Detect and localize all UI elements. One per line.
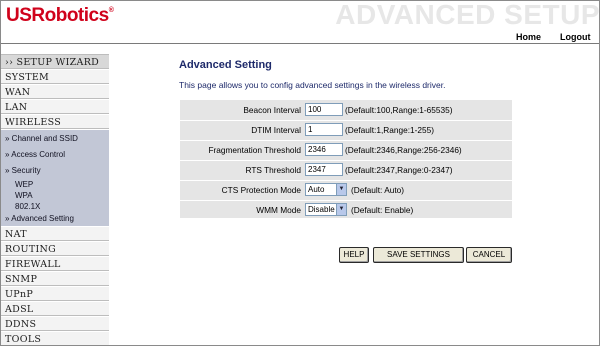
sidebar-item-wan[interactable]: WAN bbox=[1, 85, 109, 99]
wireless-submenu: » Channel and SSID » Access Control » Se… bbox=[1, 130, 109, 226]
page-description: This page allows you to config advanced … bbox=[179, 80, 446, 90]
top-nav: Home Logout bbox=[1, 31, 599, 44]
usrobotics-logo: USRobotics® bbox=[6, 5, 114, 27]
sidebar-item-system[interactable]: SYSTEM bbox=[1, 70, 109, 84]
cancel-button[interactable]: CANCEL bbox=[466, 247, 512, 263]
logo-text: USRobotics bbox=[6, 5, 109, 26]
sidebar-item-adsl[interactable]: ADSL bbox=[1, 302, 109, 316]
submenu-wep[interactable]: WEP bbox=[1, 180, 109, 189]
sidebar-item-lan[interactable]: LAN bbox=[1, 100, 109, 114]
wmm-mode-hint: (Default: Enable) bbox=[351, 205, 414, 215]
rts-threshold-input[interactable]: 2347 bbox=[305, 163, 343, 176]
beacon-interval-label: Beacon Interval bbox=[243, 105, 301, 115]
fragmentation-threshold-label: Fragmentation Threshold bbox=[208, 145, 301, 155]
logo-registered-mark: ® bbox=[108, 7, 114, 14]
chevron-down-icon[interactable]: ▼ bbox=[336, 184, 346, 195]
cts-protection-value: Auto bbox=[308, 185, 325, 194]
fragmentation-threshold-input[interactable]: 2346 bbox=[305, 143, 343, 156]
sidebar-item-tools[interactable]: TOOLS bbox=[1, 332, 109, 345]
row-cts-protection: CTS Protection Mode Auto ▼ (Default: Aut… bbox=[180, 181, 512, 200]
settings-table: Beacon Interval 100 (Default:100,Range:1… bbox=[180, 100, 512, 218]
submenu-access-control[interactable]: » Access Control bbox=[1, 150, 109, 159]
help-button[interactable]: HELP bbox=[339, 247, 369, 263]
submenu-security[interactable]: » Security bbox=[1, 166, 109, 175]
sidebar-item-ddns[interactable]: DDNS bbox=[1, 317, 109, 331]
sidebar: ›› SETUP WIZARD SYSTEM WAN LAN WIRELESS … bbox=[1, 44, 109, 345]
chevron-down-icon[interactable]: ▼ bbox=[336, 204, 346, 215]
sidebar-item-firewall[interactable]: FIREWALL bbox=[1, 257, 109, 271]
submenu-8021x[interactable]: 802.1X bbox=[1, 202, 109, 211]
cts-protection-label: CTS Protection Mode bbox=[221, 185, 301, 195]
sidebar-item-nat[interactable]: NAT bbox=[1, 227, 109, 241]
fragmentation-threshold-hint: (Default:2346,Range:256-2346) bbox=[345, 145, 462, 155]
beacon-interval-hint: (Default:100,Range:1-65535) bbox=[345, 105, 453, 115]
main-content: Advanced Setting This page allows you to… bbox=[109, 44, 599, 345]
sidebar-item-routing[interactable]: ROUTING bbox=[1, 242, 109, 256]
beacon-interval-input[interactable]: 100 bbox=[305, 103, 343, 116]
dtim-interval-input[interactable]: 1 bbox=[305, 123, 343, 136]
dtim-interval-hint: (Default:1,Range:1-255) bbox=[345, 125, 435, 135]
submenu-channel-ssid[interactable]: » Channel and SSID bbox=[1, 134, 109, 143]
sidebar-item-upnp[interactable]: UPnP bbox=[1, 287, 109, 301]
sidebar-item-snmp[interactable]: SNMP bbox=[1, 272, 109, 286]
save-settings-button[interactable]: SAVE SETTINGS bbox=[373, 247, 464, 263]
page-title: Advanced Setting bbox=[179, 59, 272, 71]
submenu-advanced-setting[interactable]: » Advanced Setting bbox=[1, 214, 109, 223]
cts-protection-select[interactable]: Auto ▼ bbox=[305, 183, 347, 196]
sidebar-item-wireless[interactable]: WIRELESS bbox=[1, 115, 109, 129]
wmm-mode-value: Disable bbox=[308, 205, 335, 214]
header: USRobotics® ADVANCED SETUP bbox=[1, 1, 599, 31]
row-fragmentation-threshold: Fragmentation Threshold 2346 (Default:23… bbox=[180, 141, 512, 160]
row-beacon-interval: Beacon Interval 100 (Default:100,Range:1… bbox=[180, 101, 512, 120]
page-banner: ADVANCED SETUP bbox=[335, 0, 600, 30]
row-wmm-mode: WMM Mode Disable ▼ (Default: Enable) bbox=[180, 201, 512, 220]
wmm-mode-label: WMM Mode bbox=[256, 205, 301, 215]
router-admin-window: USRobotics® ADVANCED SETUP Home Logout ›… bbox=[0, 0, 600, 346]
nav-home-link[interactable]: Home bbox=[516, 32, 541, 42]
dtim-interval-label: DTIM Interval bbox=[251, 125, 301, 135]
submenu-wpa[interactable]: WPA bbox=[1, 191, 109, 200]
cts-protection-hint: (Default: Auto) bbox=[351, 185, 405, 195]
wmm-mode-select[interactable]: Disable ▼ bbox=[305, 203, 347, 216]
row-dtim-interval: DTIM Interval 1 (Default:1,Range:1-255) bbox=[180, 121, 512, 140]
row-rts-threshold: RTS Threshold 2347 (Default:2347,Range:0… bbox=[180, 161, 512, 180]
rts-threshold-hint: (Default:2347,Range:0-2347) bbox=[345, 165, 453, 175]
sidebar-item-setup-wizard[interactable]: ›› SETUP WIZARD bbox=[1, 54, 109, 69]
rts-threshold-label: RTS Threshold bbox=[245, 165, 302, 175]
nav-logout-link[interactable]: Logout bbox=[560, 32, 591, 42]
